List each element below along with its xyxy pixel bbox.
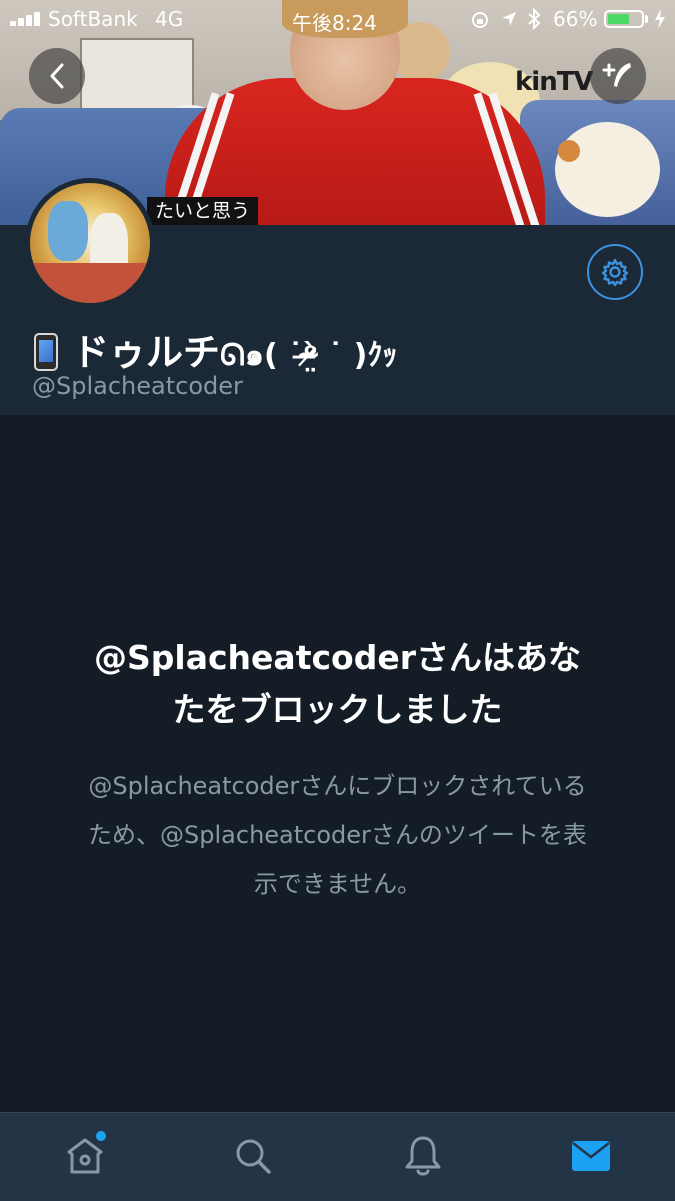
tab-notifications[interactable] (398, 1131, 448, 1181)
tab-home[interactable] (60, 1131, 110, 1181)
display-name-text: ドゥルチ (72, 331, 220, 374)
blocked-title: @Splacheatcoderさんはあな たをブロックしました (60, 632, 615, 736)
signal-icon (10, 12, 46, 26)
status-bar: SoftBank 4G 午後8:24 66% (0, 0, 675, 40)
profile-handle: @Splacheatcoder (32, 372, 243, 400)
clock: 午後8:24 (292, 11, 377, 35)
tab-search[interactable] (228, 1131, 278, 1181)
settings-button[interactable] (587, 244, 643, 300)
battery-icon (604, 10, 644, 28)
charging-icon (655, 9, 665, 29)
tab-bar (0, 1112, 675, 1201)
compose-icon (602, 63, 631, 87)
tab-messages[interactable] (566, 1131, 616, 1181)
blocked-description: @Splacheatcoderさんにブロックされている ため、@Splachea… (60, 762, 615, 909)
blocked-title-line-1: @Splacheatcoderさんはあな (94, 638, 581, 677)
battery-percent: 66% (553, 7, 598, 31)
banner-tv-text: kinTV (515, 67, 594, 97)
blocked-desc-line-1: @Splacheatcoderさんにブロックされている (88, 772, 587, 800)
network-label: 4G (155, 7, 184, 31)
blocked-desc-line-2: ため、@Splacheatcoderさんのツイートを表 (88, 821, 587, 849)
home-notification-dot (96, 1131, 106, 1141)
blocked-desc-line-3: 示できません。 (253, 870, 422, 898)
chevron-left-icon (50, 63, 64, 89)
display-name: ドゥルチᘏ๑( ˙ᵒ̴̶̷̤̀ ˙ )ｸｯ (34, 322, 397, 379)
compose-button[interactable] (590, 48, 646, 104)
search-icon (236, 1139, 271, 1174)
back-button[interactable] (29, 48, 85, 104)
bluetooth-icon (528, 8, 541, 30)
gear-icon (601, 258, 629, 287)
location-icon (502, 12, 516, 26)
bell-icon (405, 1136, 441, 1176)
avatar[interactable] (25, 178, 155, 308)
orientation-lock-icon (472, 12, 488, 28)
banner-caption: たいと思う (147, 197, 259, 225)
mobile-phone-icon (34, 333, 58, 371)
display-name-emoticon: ᘏ๑( ˙ᵒ̴̶̷̤̀ ˙ )ｸｯ (220, 338, 398, 373)
mail-icon (572, 1141, 610, 1171)
carrier-label: SoftBank (48, 7, 138, 31)
blocked-title-line-2: たをブロックしました (172, 690, 503, 729)
